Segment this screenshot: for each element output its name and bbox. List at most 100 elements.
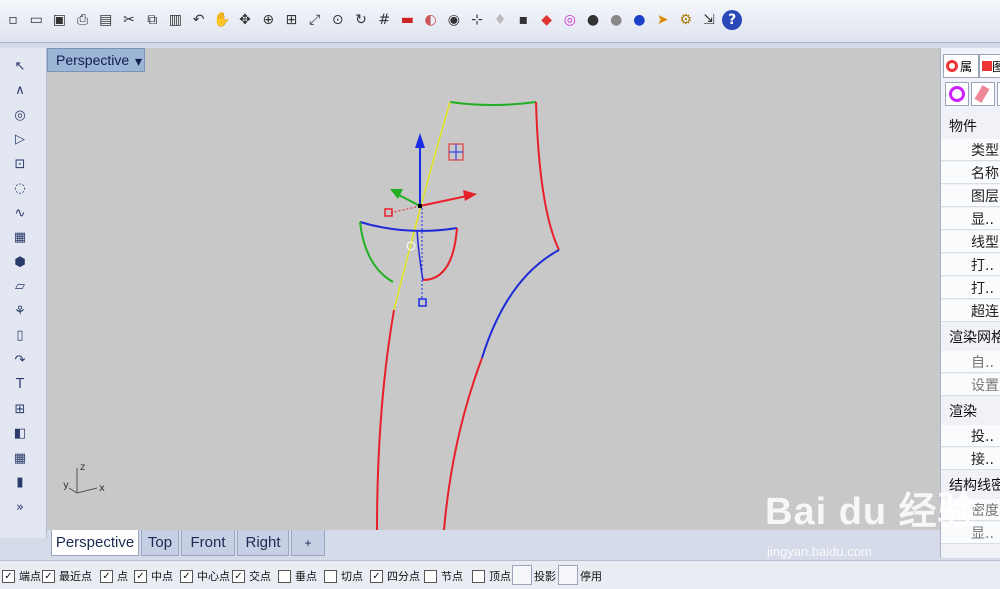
select-arrow-icon[interactable]: ↖ — [10, 56, 30, 76]
boolean-icon[interactable]: ⚘ — [10, 301, 30, 321]
panel-tab-properties[interactable]: 属 — [943, 54, 979, 78]
more-tools-icon[interactable]: » — [10, 497, 30, 517]
perspective-viewport[interactable]: z x y Perspective ▾ — [47, 48, 940, 530]
snap-9[interactable]: 节点 — [424, 568, 463, 584]
paste-icon[interactable]: ▥ — [165, 10, 185, 30]
snap-checkbox[interactable]: ✓ — [2, 569, 15, 583]
viewport-menu-caret-icon[interactable]: ▾ — [127, 53, 142, 70]
tab-add-viewport[interactable]: + — [291, 530, 325, 556]
tab-right[interactable]: Right — [237, 530, 289, 556]
sphere-icon[interactable]: ● — [583, 10, 603, 30]
snap-8[interactable]: ✓ 四分点 — [370, 568, 420, 584]
osnap-icon[interactable]: ⊹ — [467, 10, 487, 30]
sphere-gray-icon[interactable]: ● — [606, 10, 626, 30]
extrude-icon[interactable]: ▯ — [10, 326, 30, 346]
panel-tab-layers[interactable]: 图 — [979, 54, 1000, 78]
arc-icon[interactable]: ▷ — [10, 130, 30, 150]
zoom-selected-icon[interactable]: ⊙ — [328, 10, 348, 30]
transform-icon[interactable]: ⇲ — [699, 10, 719, 30]
snap-checkbox[interactable]: ✓ — [370, 569, 383, 583]
save-icon[interactable]: ▣ — [49, 10, 69, 30]
print-icon[interactable]: ⎙ — [73, 10, 93, 30]
snap-checkbox[interactable] — [324, 569, 337, 583]
zoom-extents-icon[interactable]: ⤢ — [305, 10, 325, 30]
snap-checkbox[interactable]: ✓ — [232, 569, 245, 583]
snap-checkbox[interactable] — [472, 569, 485, 583]
object-properties-button[interactable] — [945, 82, 969, 106]
undo-icon[interactable]: ↶ — [189, 10, 209, 30]
text-icon[interactable]: T — [10, 375, 30, 395]
open-folder-icon[interactable]: ▭ — [26, 10, 46, 30]
solid-icon[interactable]: ⬢ — [10, 252, 30, 272]
rotate-view-icon[interactable]: ✥ — [235, 10, 255, 30]
snap-3[interactable]: ✓ 中点 — [134, 568, 173, 584]
tab-front[interactable]: Front — [181, 530, 235, 556]
mesh-icon[interactable]: ◧ — [10, 424, 30, 444]
snap-7[interactable]: 切点 — [324, 568, 363, 584]
group-icon[interactable]: ▮ — [10, 473, 30, 493]
surface-icon[interactable]: ▱ — [10, 277, 30, 297]
snap-10[interactable]: 顶点 — [472, 568, 511, 584]
copy-icon[interactable]: ⧉ — [142, 10, 162, 30]
status-toggle-button[interactable] — [512, 565, 532, 585]
row-mesh-settings[interactable]: 设置 — [941, 374, 1000, 396]
pan-hand-icon[interactable]: ✋ — [212, 10, 232, 30]
row-print-width[interactable]: 打.. — [941, 277, 1000, 299]
new-file-icon[interactable]: ▫ — [3, 10, 23, 30]
array-icon[interactable]: ⊞ — [10, 399, 30, 419]
polyline-icon[interactable]: ∧ — [10, 81, 30, 101]
rectangle-icon[interactable]: ⊡ — [10, 154, 30, 174]
row-cast-shadows[interactable]: 投.. — [941, 425, 1000, 447]
grid-array-icon[interactable]: ▦ — [10, 448, 30, 468]
snap-2[interactable]: ✓ 点 — [100, 568, 128, 584]
viewport-scene[interactable]: z x y — [47, 48, 940, 530]
help-icon[interactable]: ? — [722, 10, 743, 30]
zoom-icon[interactable]: ⊕ — [258, 10, 278, 30]
snap-6[interactable]: 垂点 — [278, 568, 317, 584]
row-type[interactable]: 类型 — [941, 139, 1000, 161]
rotate-icon[interactable]: ↻ — [351, 10, 371, 30]
row-display[interactable]: 显.. — [941, 208, 1000, 230]
box-icon[interactable]: ▦ — [10, 228, 30, 248]
tab-top[interactable]: Top — [141, 530, 179, 556]
row-mesh-auto[interactable]: 自.. — [941, 351, 1000, 373]
row-name[interactable]: 名称 — [941, 162, 1000, 184]
settings-gear-icon[interactable]: ⚙ — [676, 10, 696, 30]
snap-checkbox[interactable]: ✓ — [180, 569, 193, 583]
viewport-title-button[interactable]: Perspective ▾ — [47, 48, 145, 72]
section-render[interactable]: 渲染 — [949, 400, 1000, 422]
tab-perspective[interactable]: Perspective — [51, 530, 139, 556]
car-icon[interactable]: ▬ — [397, 10, 417, 30]
snap-checkbox[interactable] — [424, 569, 437, 583]
row-receive-shadows[interactable]: 接.. — [941, 448, 1000, 470]
snap-checkbox[interactable]: ✓ — [134, 569, 147, 583]
snap-4[interactable]: ✓ 中心点 — [180, 568, 230, 584]
arrow-icon[interactable]: ➤ — [653, 10, 673, 30]
material-button[interactable] — [971, 82, 995, 106]
section-render-mesh[interactable]: 渲染网格 — [949, 326, 1000, 348]
snap-1[interactable]: ✓ 最近点 — [42, 568, 92, 584]
camera-icon[interactable]: ◉ — [444, 10, 464, 30]
zoom-window-icon[interactable]: ⊞ — [281, 10, 301, 30]
curve-icon[interactable]: ∿ — [10, 203, 30, 223]
snap-checkbox[interactable] — [278, 569, 291, 583]
fillet-icon[interactable]: ↷ — [10, 350, 30, 370]
light-bulb-icon[interactable]: ♦ — [490, 10, 510, 30]
snap-checkbox[interactable]: ✓ — [100, 569, 113, 583]
row-hyperlink[interactable]: 超连 — [941, 300, 1000, 322]
render-icon[interactable]: ◐ — [421, 10, 441, 30]
snap-checkbox[interactable]: ✓ — [42, 569, 55, 583]
import-icon[interactable]: ▤ — [96, 10, 116, 30]
status-toggle-button[interactable] — [558, 565, 578, 585]
row-print-color[interactable]: 打.. — [941, 254, 1000, 276]
section-object[interactable]: 物件 — [949, 115, 1000, 137]
shaded-icon[interactable]: ◆ — [537, 10, 557, 30]
color-wheel-icon[interactable]: ◎ — [560, 10, 580, 30]
sphere-blue-icon[interactable]: ● — [629, 10, 649, 30]
row-linetype[interactable]: 线型 — [941, 231, 1000, 253]
snap-0[interactable]: ✓ 端点 — [2, 568, 41, 584]
ellipse-icon[interactable]: ◌ — [10, 179, 30, 199]
circle-icon[interactable]: ◎ — [10, 105, 30, 125]
snap-5[interactable]: ✓ 交点 — [232, 568, 271, 584]
row-layer[interactable]: 图层 — [941, 185, 1000, 207]
